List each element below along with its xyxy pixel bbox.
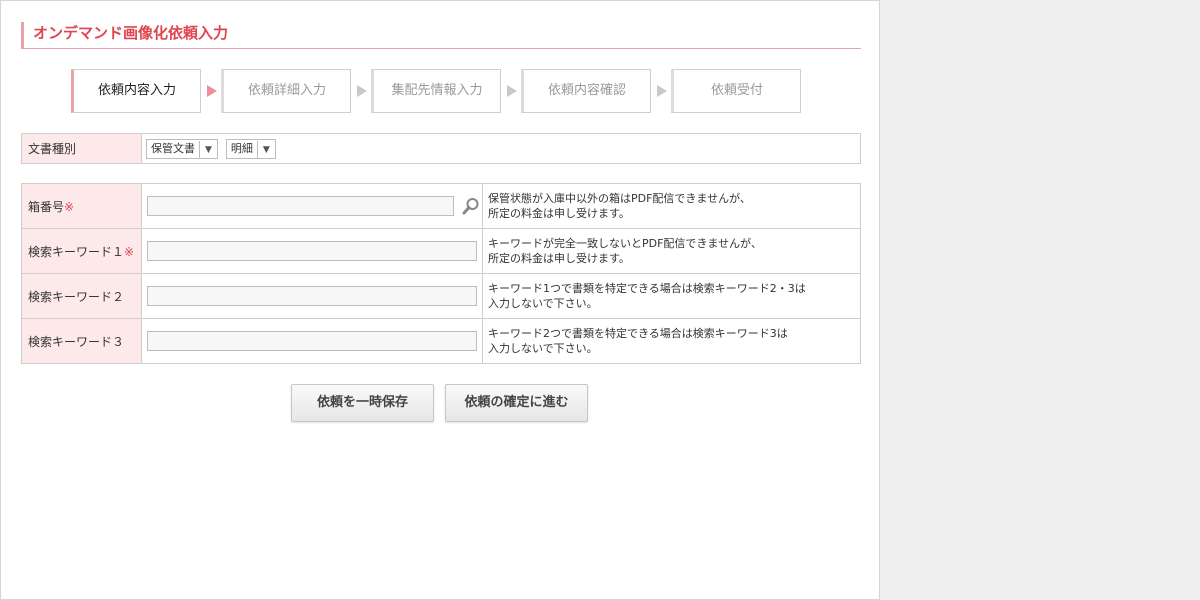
dropdown-arrow-icon: ▼: [256, 140, 275, 159]
step-request-content: 依頼内容入力: [71, 69, 201, 113]
doc-type-label: 文書種別: [21, 133, 142, 164]
table-row: 箱番号※ 保管状態が入庫中以外の箱はPDF配信できませんが、 所定の料金は申し受け…: [21, 183, 861, 229]
dropdown-arrow-icon: ▼: [199, 140, 217, 159]
field-label: 検索キーワード１※: [21, 228, 142, 274]
step-arrow-icon: [657, 85, 667, 97]
doc-type-table: 文書種別 保管文書 ▼ 明細 ▼: [21, 133, 861, 164]
field-note: キーワード1つで書類を特定できる場合は検索キーワード2・3は 入力しないで下さい。: [482, 273, 861, 319]
field-note: キーワードが完全一致しないとPDF配信できませんが、 所定の料金は申し受けます。: [482, 228, 861, 274]
table-row: 検索キーワード１※ キーワードが完全一致しないとPDF配信できませんが、 所定の料…: [21, 228, 861, 274]
step-arrow-icon: [357, 85, 367, 97]
box-number-input[interactable]: [147, 196, 454, 216]
step-arrow-icon: [507, 85, 517, 97]
keyword3-input[interactable]: [147, 331, 477, 351]
required-mark: ※: [124, 244, 135, 259]
keyword1-input[interactable]: [147, 241, 477, 261]
save-draft-button[interactable]: 依頼を一時保存: [291, 384, 434, 422]
doc-category-select[interactable]: 保管文書 ▼: [146, 138, 218, 159]
proceed-confirm-button[interactable]: 依頼の確定に進む: [445, 384, 588, 422]
step-confirm: 依頼内容確認: [521, 69, 651, 113]
page-title: オンデマンド画像化依頼入力: [21, 22, 861, 49]
keyword2-input[interactable]: [147, 286, 477, 306]
step-accepted: 依頼受付: [671, 69, 801, 113]
step-request-details: 依頼詳細入力: [221, 69, 351, 113]
main-panel: オンデマンド画像化依頼入力 依頼内容入力 依頼詳細入力 集配先情報入力 依頼内容…: [0, 0, 880, 600]
field-note: 保管状態が入庫中以外の箱はPDF配信できませんが、 所定の料金は申し受けます。: [482, 183, 861, 229]
table-row: 検索キーワード２ キーワード1つで書類を特定できる場合は検索キーワード2・3は入…: [21, 273, 861, 319]
table-row: 検索キーワード３ キーワード2つで書類を特定できる場合は検索キーワード3は 入力し…: [21, 318, 861, 364]
doc-type-cell: 保管文書 ▼ 明細 ▼: [141, 133, 861, 164]
step-delivery-info: 集配先情報入力: [371, 69, 501, 113]
keyword1-cell: [141, 228, 483, 274]
keyword2-cell: [141, 273, 483, 319]
doc-detail-select[interactable]: 明細 ▼: [225, 138, 276, 159]
search-fields-table: 箱番号※ 保管状態が入庫中以外の箱はPDF配信できませんが、 所定の料金は申し受け…: [21, 183, 861, 364]
field-label: 検索キーワード２: [21, 273, 142, 319]
keyword3-cell: [141, 318, 483, 364]
field-label: 検索キーワード３: [21, 318, 142, 364]
search-icon[interactable]: [462, 197, 480, 215]
field-label: 箱番号※: [21, 183, 142, 229]
step-arrow-icon: [207, 85, 217, 97]
field-note: キーワード2つで書類を特定できる場合は検索キーワード3は 入力しないで下さい。: [482, 318, 861, 364]
required-mark: ※: [64, 199, 75, 214]
box-number-cell: [141, 183, 483, 229]
